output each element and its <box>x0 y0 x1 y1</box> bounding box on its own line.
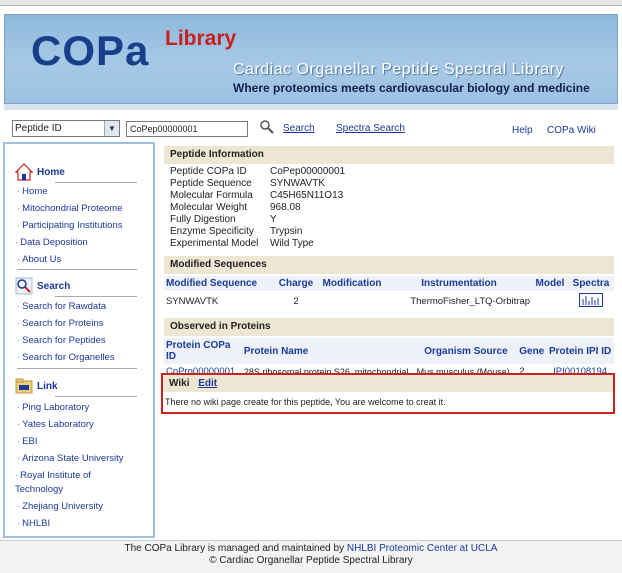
info-row: Molecular Formula C45H65N11O13 <box>170 190 344 201</box>
cell-instrumentation: ThermoFisher_LTQ-Orbitrap <box>410 296 530 307</box>
divider <box>17 269 137 270</box>
info-row: Peptide COPa ID CoPep00000001 <box>170 166 346 177</box>
top-bar <box>0 0 622 6</box>
sidebar-item-data-deposition[interactable]: · Data Deposition <box>15 237 88 248</box>
cell-modified-sequence: SYNWAVTK <box>166 296 219 307</box>
copa-wiki-link[interactable]: COPa Wiki <box>547 125 596 136</box>
sidebar-item-home[interactable]: · Home <box>17 186 48 197</box>
header-banner: COPa Library Cardiac Organellar Peptide … <box>4 14 618 104</box>
sidebar-item-yates-lab[interactable]: · Yates Laboratory <box>17 419 94 430</box>
table-header-row: Protein COPa ID Protein Name Organism So… <box>164 338 614 364</box>
sidebar-item-nhlbi[interactable]: · NHLBI <box>17 518 50 529</box>
footer-text: The COPa Library is managed and maintain… <box>124 543 345 554</box>
search-type-value: Peptide ID <box>15 123 62 134</box>
site-title: Cardiac Organellar Peptide Spectral Libr… <box>233 61 564 78</box>
column-header: Charge <box>274 276 318 291</box>
sidebar-item-search-organelles[interactable]: · Search for Organelles <box>17 352 115 363</box>
sidebar-item-search-rawdata[interactable]: · Search for Rawdata <box>17 301 106 312</box>
divider <box>17 368 137 369</box>
sidebar: Home · Home · Mitochondrial Proteome · Part… <box>3 142 155 538</box>
search-link[interactable]: Search <box>283 123 315 134</box>
footer-ucla-link[interactable]: NHLBI Proteomic Center at UCLA <box>347 543 498 554</box>
banner-divider <box>4 104 618 110</box>
house-icon <box>15 163 33 181</box>
info-row: Enzyme Specificity Trypsin <box>170 226 303 237</box>
sidebar-section-search: Search <box>15 276 70 296</box>
modified-sequences-panel: Modified Sequences Modified Sequence Cha… <box>164 256 614 312</box>
sidebar-item-mitochondrial-proteome[interactable]: · Mitochondrial Proteome <box>17 203 123 214</box>
column-header: Instrumentation <box>386 276 532 291</box>
sidebar-item-ebi[interactable]: · EBI <box>17 436 37 447</box>
sidebar-item-participating-institutions[interactable]: · Participating Institutions <box>17 220 123 231</box>
sidebar-item-search-peptides[interactable]: · Search for Peptides <box>17 335 106 346</box>
sidebar-item-ping-lab[interactable]: · Ping Laboratory <box>17 402 89 413</box>
spectra-search-link[interactable]: Spectra Search <box>336 123 405 134</box>
help-link[interactable]: Help <box>512 125 533 136</box>
modified-sequences-table: Modified Sequence Charge Modification In… <box>164 276 614 312</box>
logo-text: COPa <box>31 27 150 74</box>
observed-proteins-title: Observed in Proteins <box>164 318 614 336</box>
info-row: Fully Digestion Y <box>170 214 277 225</box>
sidebar-item-zhejiang[interactable]: · Zhejiang University <box>17 501 103 512</box>
site-subtitle: Where proteomics meets cardiovascular bi… <box>233 81 590 95</box>
column-header: Spectra <box>568 276 614 291</box>
magnifier-icon <box>15 277 33 295</box>
sidebar-link-title: Link <box>37 380 58 392</box>
search-bar: Peptide ID ▼ CoPep00000001 Search Spectr… <box>0 114 622 142</box>
folder-link-icon <box>15 378 33 394</box>
column-header: Modification <box>318 276 386 291</box>
footer: The COPa Library is managed and maintain… <box>0 540 622 573</box>
divider <box>55 182 137 183</box>
table-row: SYNWAVTK 2 ThermoFisher_LTQ-Orbitrap <box>164 291 614 312</box>
sidebar-search-title: Search <box>37 280 71 292</box>
search-type-select[interactable]: Peptide ID ▼ <box>12 120 120 137</box>
table-header-row: Modified Sequence Charge Modification In… <box>164 276 614 291</box>
column-header: Gene <box>517 338 547 364</box>
cell-charge: 2 <box>293 296 299 307</box>
wiki-message: There no wiki page create for this pepti… <box>165 397 446 407</box>
column-header: Protein COPa ID <box>164 338 242 364</box>
column-header: Protein IPI ID <box>546 338 614 364</box>
footer-copyright: © Cardiac Organellar Peptide Spectral Li… <box>209 555 413 566</box>
sidebar-item-about-us[interactable]: · About Us <box>17 254 61 265</box>
search-input[interactable]: CoPep00000001 <box>126 121 248 137</box>
column-header: Model <box>532 276 568 291</box>
logo-superscript: Library <box>165 27 237 50</box>
peptide-info-panel: Peptide Information Peptide COPa ID CoPep… <box>164 146 614 250</box>
sidebar-item-royal-institute[interactable]: · Royal Institute of Technology <box>15 469 140 497</box>
page: COPa Library Cardiac Organellar Peptide … <box>0 0 622 573</box>
column-header: Modified Sequence <box>164 276 274 291</box>
chevron-down-icon[interactable]: ▼ <box>104 121 119 136</box>
sidebar-section-link: Link <box>15 376 58 396</box>
divider <box>55 396 137 397</box>
sidebar-item-arizona-state[interactable]: · Arizona State University <box>17 453 124 464</box>
sidebar-item-search-proteins[interactable]: · Search for Proteins <box>17 318 104 329</box>
wiki-header: Wiki Edit <box>163 375 613 392</box>
wiki-edit-link[interactable]: Edit <box>198 378 217 389</box>
info-row: Molecular Weight 968.08 <box>170 202 301 213</box>
sidebar-home-title: Home <box>37 166 65 178</box>
info-row: Peptide Sequence SYNWAVTK <box>170 178 326 189</box>
wiki-panel: Wiki Edit There no wiki page create for … <box>161 373 615 414</box>
info-row: Experimental Model Wild Type <box>170 238 314 249</box>
magnifier-icon[interactable] <box>259 119 275 135</box>
cell-spectra <box>568 291 614 312</box>
spectrum-icon[interactable] <box>579 293 603 307</box>
observed-proteins-panel: Observed in Proteins Protein COPa ID Pro… <box>164 318 614 379</box>
modified-sequences-title: Modified Sequences <box>164 256 614 274</box>
wiki-title: Wiki <box>169 378 190 389</box>
cell-model <box>532 291 568 312</box>
peptide-info-title: Peptide Information <box>164 146 614 164</box>
column-header: Organism Source <box>414 338 518 364</box>
divider <box>55 296 137 297</box>
column-header: Protein Name <box>241 338 415 364</box>
sidebar-section-home: Home <box>15 162 65 182</box>
cell-modification <box>318 291 386 312</box>
